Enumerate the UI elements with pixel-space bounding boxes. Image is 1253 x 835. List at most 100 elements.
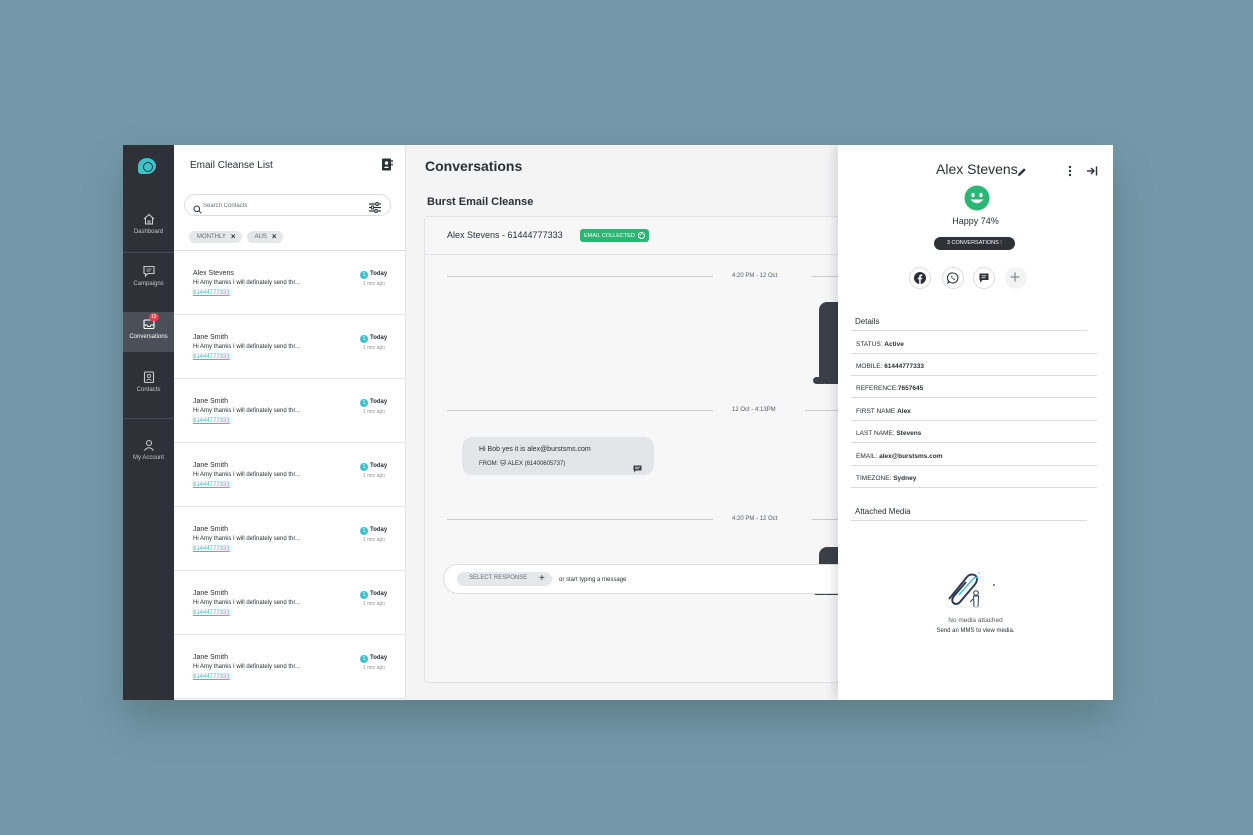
unread-count: 1 <box>360 399 368 407</box>
detail-value: Stevens <box>896 430 922 437</box>
contact-date: Today <box>370 335 388 341</box>
message-sender: FROM: 🐱 ALEX (61400605737) <box>479 461 566 467</box>
contact-time-ago: 1 min ago <box>363 537 385 543</box>
message-preview: Hi Amy thanks I will definately send thr… <box>193 600 301 606</box>
detail-label: FIRST NAME <box>856 408 896 415</box>
contact-time-ago: 1 min ago <box>363 281 385 287</box>
divider <box>447 410 713 411</box>
contact-time-ago: 1 min ago <box>363 473 385 479</box>
details-title: Details <box>855 317 880 326</box>
filter-chips: MONTHLY × AUS × <box>189 231 283 243</box>
sidebar-item-dashboard[interactable]: Dashboard <box>123 207 174 247</box>
remove-chip-icon[interactable]: × <box>231 233 236 241</box>
contact-book-icon[interactable] <box>381 158 393 171</box>
detail-row-first-name: FIRST NAME Alex <box>851 399 1097 421</box>
list-item[interactable]: Alex Stevens Hi Amy thanks I will defina… <box>174 251 406 315</box>
contact-number-link[interactable]: 61444777333 <box>193 610 230 616</box>
profile-name: Alex Stevens <box>936 161 1018 177</box>
sidebar-item-campaigns[interactable]: Campaigns <box>123 259 174 299</box>
list-item[interactable]: Jane Smith Hi Amy thanks I will definate… <box>174 507 406 571</box>
conversation-thread: Alex Stevens - 61444777333 EMAIL COLLECT… <box>424 216 862 683</box>
contact-name: Jane Smith <box>193 462 229 469</box>
contact-list-panel: Email Cleanse List MONTHLY × AUS × <box>174 145 406 700</box>
detail-value: Sydney <box>893 475 917 482</box>
sidebar-item-label: Conversations <box>129 334 168 340</box>
collapse-panel-icon[interactable] <box>1086 164 1098 176</box>
contact-time-ago: 1 min ago <box>363 601 385 607</box>
detail-label: MOBILE: <box>856 363 883 370</box>
timestamp-separator: 4:20 PM - 12 Oct <box>732 273 778 279</box>
conversation-main: Conversations Burst Email Cleanse Alex S… <box>406 145 863 700</box>
message-input[interactable] <box>559 573 759 586</box>
bubble-tail <box>813 377 827 384</box>
contact-date: Today <box>370 271 388 277</box>
message-preview: Hi Amy thanks I will definately send thr… <box>193 280 301 286</box>
contact-date: Today <box>370 399 388 405</box>
contact-number-link[interactable]: 61444777333 <box>193 546 230 552</box>
sidebar-divider <box>123 252 174 253</box>
check-circle-icon: ✓ <box>637 232 645 239</box>
logo[interactable] <box>138 158 156 174</box>
detail-label: REFERENCE: <box>856 385 898 392</box>
sms-icon <box>633 460 642 473</box>
sidebar-item-label: Campaigns <box>133 281 164 287</box>
pencil-icon[interactable] <box>1017 164 1027 176</box>
remove-chip-icon[interactable]: × <box>272 233 277 241</box>
list-item[interactable]: Jane Smith Hi Amy thanks I will definate… <box>174 635 406 699</box>
sidebar-item-conversations[interactable]: 15 Conversations <box>123 312 174 352</box>
detail-label: LAST NAME: <box>856 430 895 437</box>
contact-name: Jane Smith <box>193 654 229 661</box>
contact-number-link[interactable]: 61444777333 <box>193 418 230 424</box>
list-item[interactable]: Jane Smith Hi Amy thanks I will definate… <box>174 379 406 443</box>
detail-row-reference: REFERENCE:7657645 <box>851 376 1097 398</box>
sms-button[interactable] <box>973 267 995 289</box>
more-vertical-icon[interactable] <box>1065 164 1075 177</box>
contact-number-link[interactable]: 61444777333 <box>193 674 230 680</box>
search-box <box>184 194 391 216</box>
chat-icon <box>142 264 156 278</box>
list-item[interactable]: Jane Smith Hi Amy thanks I will definate… <box>174 443 406 507</box>
list-item[interactable]: Jane Smith Hi Amy thanks I will definate… <box>174 571 406 635</box>
thread-contact-name: Alex Stevens - 61444777333 <box>447 230 563 240</box>
message-preview: Hi Amy thanks I will definately send thr… <box>193 472 301 478</box>
contact-number-link[interactable]: 61444777333 <box>193 354 230 360</box>
detail-value: Active <box>884 341 904 348</box>
unread-count: 1 <box>360 527 368 535</box>
filter-chip-monthly: MONTHLY × <box>189 231 242 243</box>
sidebar-item-my-account[interactable]: My Account <box>123 433 174 473</box>
detail-value: alex@burstsms.com <box>879 453 943 460</box>
detail-row-mobile: MOBILE: 61444777333 <box>851 354 1097 376</box>
divider <box>851 330 1087 331</box>
add-channel-button[interactable] <box>1005 267 1027 289</box>
unread-count: 1 <box>360 655 368 663</box>
contact-number-link[interactable]: 61444777333 <box>193 290 230 296</box>
unread-count: 1 <box>360 271 368 279</box>
select-response-button[interactable]: SELECT RESPONSE + <box>457 572 552 586</box>
detail-row-email: EMAIL: alex@burstsms.com <box>851 444 1097 466</box>
contact-time-ago: 1 min ago <box>363 665 385 671</box>
contact-number-link[interactable]: 61444777333 <box>193 482 230 488</box>
detail-value: 61444777333 <box>884 363 924 370</box>
contact-date: Today <box>370 527 388 533</box>
facebook-button[interactable] <box>909 267 931 289</box>
filter-sliders-icon[interactable] <box>369 200 381 213</box>
detail-value: Alex <box>897 408 911 415</box>
incoming-message-bubble: Hi Bob yes it is alex@burstsms.com FROM:… <box>462 437 654 475</box>
contact-profile-panel: Alex Stevens Happy 74% 3 CONVERSATIONS ⁝… <box>838 145 1113 700</box>
sidebar-item-label: Contacts <box>136 387 161 393</box>
message-composer: SELECT RESPONSE + <box>443 564 863 594</box>
attached-media-title: Attached Media <box>855 507 911 516</box>
contact-date: Today <box>370 655 388 661</box>
message-preview: Hi Amy thanks I will definately send thr… <box>193 536 301 542</box>
timestamp-separator: 12 Oct - 4:13PM <box>732 407 776 413</box>
whatsapp-button[interactable] <box>942 267 964 289</box>
conversations-count-button[interactable]: 3 CONVERSATIONS ⁝ <box>934 237 1015 250</box>
list-item[interactable]: Jane Smith Hi Amy thanks I will definate… <box>174 315 406 379</box>
app-window: Dashboard Campaigns 15 Conversations Con… <box>123 145 1113 700</box>
contact-name: Jane Smith <box>193 526 229 533</box>
search-input[interactable] <box>203 198 353 213</box>
chip-label: AUS <box>254 234 267 240</box>
timestamp-separator: 4:20 PM - 12 Oct <box>732 516 778 522</box>
sidebar-item-contacts[interactable]: Contacts <box>123 365 174 405</box>
contact-name: Jane Smith <box>193 398 229 405</box>
